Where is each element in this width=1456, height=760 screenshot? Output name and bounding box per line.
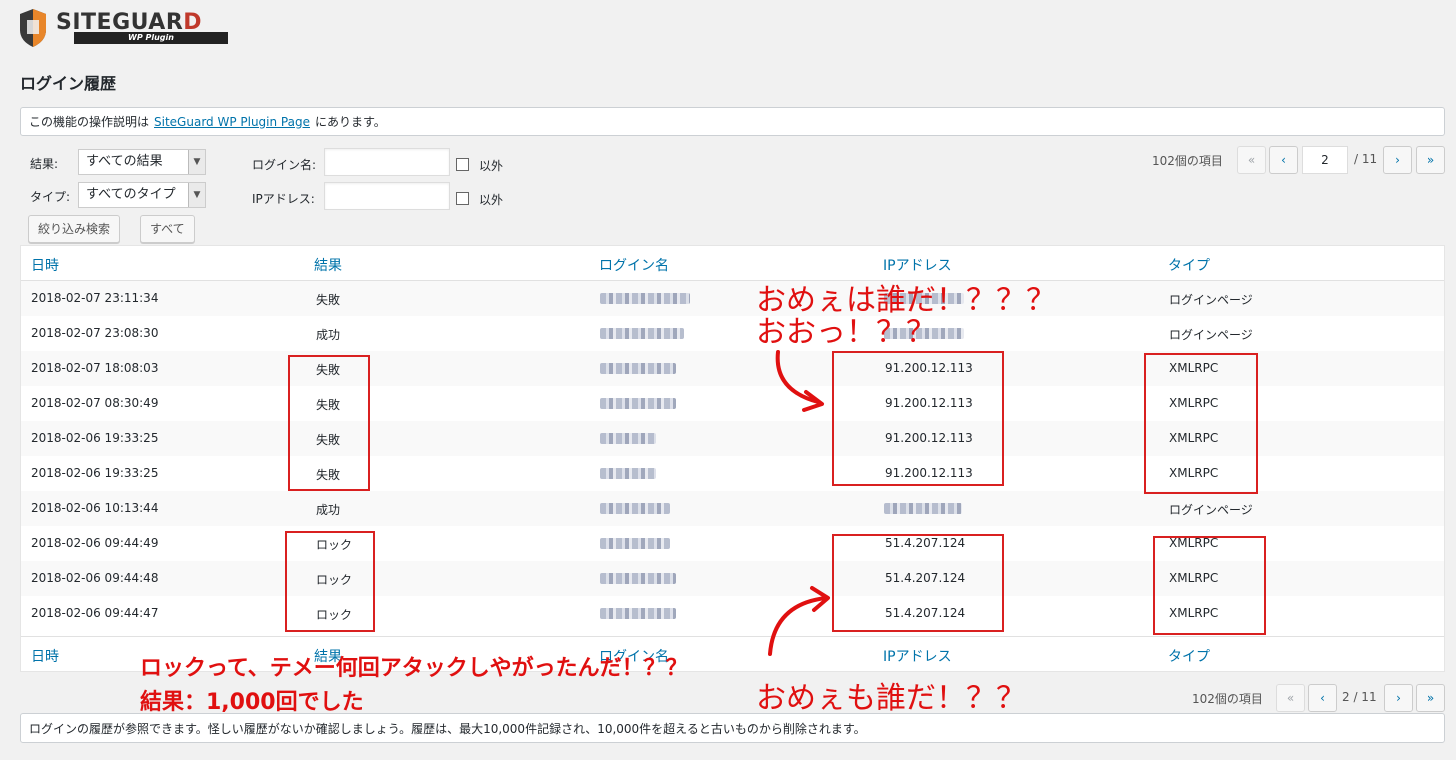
ip-51-highlight	[832, 534, 1004, 632]
login-name-label: ログイン名:	[252, 158, 317, 172]
prev-page-button[interactable]: ‹	[1269, 146, 1298, 174]
column-login-name[interactable]: ログイン名	[599, 255, 669, 275]
annotation-oh: おおっ！？？	[756, 315, 936, 350]
redacted-login-name	[600, 363, 676, 374]
redacted-login-name	[600, 293, 690, 304]
result-fail-highlight	[288, 355, 370, 491]
redacted-login-name	[600, 398, 676, 409]
column-ip[interactable]: IPアドレス	[883, 255, 952, 275]
chevron-down-icon: ▼	[188, 183, 205, 207]
arrow-icon	[768, 586, 830, 656]
result-filter-select[interactable]: すべての結果 ▼	[78, 149, 206, 175]
annotation-result: 結果：1,000回でした	[140, 690, 364, 715]
redacted-login-name	[600, 328, 684, 339]
redacted-login-name	[600, 538, 670, 549]
redacted-login-name	[600, 503, 670, 514]
column-ip[interactable]: IPアドレス	[883, 646, 952, 666]
info-notice: ログインの履歴が参照できます。怪しい履歴がないか確認しましょう。履歴は、最大10…	[20, 713, 1445, 743]
next-page-button[interactable]: ›	[1384, 684, 1413, 712]
current-page-input[interactable]: 2	[1302, 146, 1348, 174]
redacted-ip	[884, 503, 962, 514]
last-page-button[interactable]: »	[1416, 684, 1445, 712]
ip-91-highlight	[832, 351, 1004, 486]
table-row: 2018-02-07 23:08:30 成功 ログインページ	[31, 326, 1253, 342]
type-filter-select[interactable]: すべてのタイプ ▼	[78, 182, 206, 208]
annotation-lock-question: ロックって、テメー何回アタックしやがったんだ！？？	[140, 656, 688, 681]
redacted-login-name	[600, 468, 656, 479]
chevron-down-icon: ▼	[188, 150, 205, 174]
siteguard-logo: SITEGUARD WP Plugin	[18, 8, 228, 52]
first-page-button[interactable]: «	[1276, 684, 1305, 712]
login-exclude-checkbox[interactable]	[456, 158, 469, 171]
show-all-button[interactable]: すべて	[140, 215, 195, 243]
page-indicator: 2 / 11	[1342, 690, 1377, 704]
result-lock-highlight	[285, 531, 375, 632]
item-count: 102個の項目	[1192, 692, 1263, 706]
plugin-page-link[interactable]: SiteGuard WP Plugin Page	[154, 115, 310, 129]
column-result[interactable]: 結果	[314, 255, 342, 275]
ip-exclude-label: 以外	[479, 193, 504, 207]
result-filter-label: 結果:	[30, 157, 59, 171]
arrow-icon	[775, 350, 824, 412]
table-row: 2018-02-07 23:11:34 失敗 ログインページ	[21, 281, 1444, 316]
table-row: 2018-02-06 10:13:44 成功 ログインページ	[21, 491, 1444, 526]
annotation-who-2: おめぇも誰だ！？？	[756, 681, 1026, 716]
column-type[interactable]: タイプ	[1168, 255, 1210, 275]
ip-label: IPアドレス:	[252, 192, 315, 206]
help-notice: この機能の操作説明は SiteGuard WP Plugin Page にありま…	[20, 107, 1445, 136]
redacted-login-name	[600, 608, 676, 619]
login-exclude-label: 以外	[479, 159, 504, 173]
last-page-button[interactable]: »	[1416, 146, 1445, 174]
ip-exclude-checkbox[interactable]	[456, 192, 469, 205]
column-datetime[interactable]: 日時	[31, 255, 59, 275]
ip-input[interactable]	[324, 182, 450, 210]
redacted-login-name	[600, 433, 656, 444]
redacted-login-name	[600, 573, 676, 584]
total-pages: / 11	[1354, 152, 1378, 166]
type-xmlrpc-highlight-2	[1153, 536, 1266, 635]
column-type[interactable]: タイプ	[1168, 646, 1210, 666]
type-xmlrpc-highlight-1	[1144, 353, 1258, 494]
column-datetime[interactable]: 日時	[31, 646, 59, 666]
first-page-button[interactable]: «	[1237, 146, 1266, 174]
next-page-button[interactable]: ›	[1383, 146, 1412, 174]
prev-page-button[interactable]: ‹	[1308, 684, 1337, 712]
item-count: 102個の項目	[1152, 154, 1223, 168]
logo-subtitle: WP Plugin	[74, 32, 228, 44]
table-header: 日時 結果 ログイン名 IPアドレス タイプ	[21, 246, 1444, 281]
filter-search-button[interactable]: 絞り込み検索	[28, 215, 121, 243]
shield-icon	[20, 9, 46, 47]
type-filter-label: タイプ:	[30, 190, 71, 204]
page-title: ログイン履歴	[20, 74, 117, 93]
login-name-input[interactable]	[324, 148, 450, 176]
